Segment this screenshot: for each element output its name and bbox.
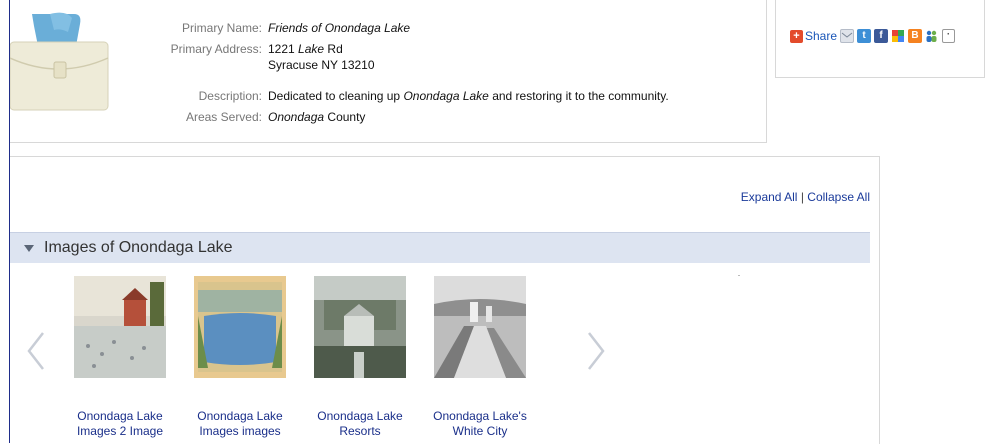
image-thumbnail-2[interactable] (194, 276, 286, 378)
section-title: Images of Onondaga Lake (44, 239, 233, 256)
twitter-icon[interactable]: t (857, 29, 872, 43)
primary-name-row: Primary Name: Friends of Onondaga Lake (10, 21, 750, 35)
description-label: Description: (198, 89, 262, 103)
carousel-next-arrow-icon[interactable] (585, 329, 607, 373)
google-icon[interactable] (891, 29, 906, 43)
carousel-prev-arrow-icon[interactable] (25, 329, 47, 373)
myspace-icon[interactable] (925, 29, 940, 43)
image-caption-4[interactable]: Onondaga Lake's White City (425, 409, 535, 439)
share-panel: + Share t f B · (775, 0, 985, 78)
areas-served-label: Areas Served: (185, 110, 262, 124)
share-button[interactable]: + Share (790, 29, 837, 43)
collapse-all-link[interactable]: Collapse All (807, 190, 870, 204)
share-bar: + Share t f B · (790, 29, 956, 43)
image-thumbnail-1[interactable] (74, 276, 166, 378)
share-label: Share (805, 29, 838, 43)
org-info-card: Primary Name: Friends of Onondaga Lake P… (9, 0, 767, 143)
description-value: Dedicated to cleaning up Onondaga Lake a… (268, 89, 669, 103)
facebook-icon[interactable]: f (874, 29, 889, 43)
more-icon[interactable]: · (942, 29, 956, 43)
blogger-icon[interactable]: B (908, 29, 923, 43)
expand-collapse-links: Expand All | Collapse All (741, 190, 870, 204)
main-content-panel: Expand All | Collapse All Images of Onon… (10, 156, 880, 444)
images-section-header[interactable]: Images of Onondaga Lake (10, 232, 870, 263)
image-thumbnail-4[interactable] (434, 276, 526, 378)
primary-address-line1: 1221 Lake Rd (268, 42, 343, 56)
primary-address-label: Primary Address: (170, 42, 262, 56)
description-row: Description: Dedicated to cleaning up On… (10, 89, 750, 103)
primary-address-line2: Syracuse NY 13210 (268, 58, 375, 72)
collapse-triangle-icon[interactable] (24, 244, 34, 252)
primary-name-label: Primary Name: (181, 21, 262, 35)
primary-name-value: Friends of Onondaga Lake (268, 21, 411, 35)
primary-address-row2: Syracuse NY 13210 (10, 58, 750, 72)
expand-all-link[interactable]: Expand All (741, 190, 798, 204)
link-separator: | (800, 190, 804, 204)
image-caption-1[interactable]: Onondaga Lake Images 2 Image (65, 409, 175, 439)
primary-address-row: Primary Address: 1221 Lake Rd (10, 42, 750, 56)
areas-served-value: Onondaga County (268, 110, 366, 124)
image-caption-3[interactable]: Onondaga Lake Resorts (305, 409, 415, 439)
image-thumbnail-3[interactable] (314, 276, 406, 378)
image-caption-2[interactable]: Onondaga Lake Images images (185, 409, 295, 439)
share-plus-icon: + (790, 29, 803, 43)
email-icon[interactable] (840, 29, 855, 43)
areas-served-row: Areas Served: Onondaga County (10, 110, 750, 124)
